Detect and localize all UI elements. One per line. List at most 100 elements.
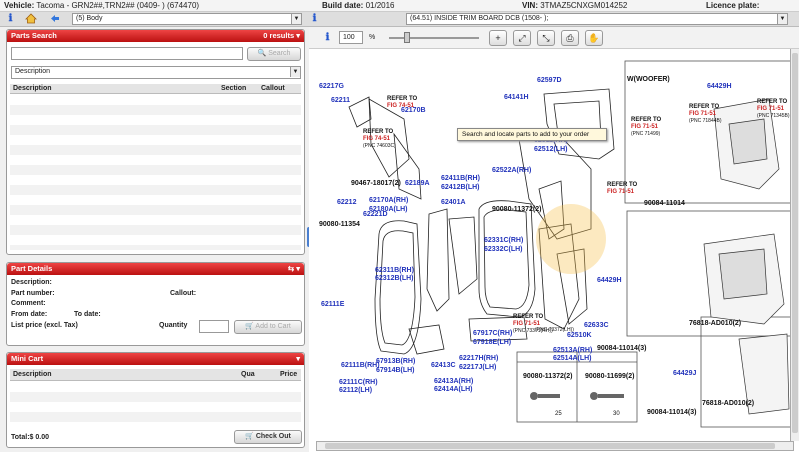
callout-label[interactable]: 62332C(LH) xyxy=(484,246,523,253)
col-quantity: Qua xyxy=(241,371,255,378)
parts-search-header: Parts Search 0 results ▾ xyxy=(7,30,304,42)
refer-to-note[interactable]: REFER TO FIG 74-51 (PNC 74603C) xyxy=(363,129,396,150)
checkout-button[interactable]: 🛒 Check Out xyxy=(234,430,302,444)
diagram-toolbar: ℹ 100 % + ⤢ ⤡ ⎙ ✋ xyxy=(309,27,799,49)
callout-label[interactable]: 64141H xyxy=(504,94,529,101)
cart-total: Total:$ 0.00 xyxy=(11,434,49,441)
chevron-down-icon: ▼ xyxy=(777,14,787,24)
callout-label[interactable]: 62633C xyxy=(584,322,609,329)
callout-label[interactable]: 62217G xyxy=(319,83,344,90)
col-section[interactable]: Section xyxy=(221,84,246,94)
callout-label[interactable]: W(WOOFER) xyxy=(627,76,670,83)
refer-to-note[interactable]: REFER TO FIG 71-51 (PNC 71844B) xyxy=(689,104,722,125)
callout-label[interactable]: 76818-AD010(2) xyxy=(702,400,754,407)
info-icon[interactable]: ℹ xyxy=(4,13,17,25)
callout-label[interactable]: 64429J xyxy=(673,370,696,377)
zoom-in-icon[interactable]: + xyxy=(489,30,507,46)
callout-label[interactable]: 62331C(RH) xyxy=(484,237,523,244)
callout-label[interactable]: 62414A(LH) xyxy=(434,386,473,393)
callout-label[interactable]: 90080-11372(2) xyxy=(492,206,541,213)
build-date-label: Build date: 01/2016 xyxy=(322,1,395,10)
callout-label[interactable]: 62170A(RH) xyxy=(369,197,408,204)
search-input[interactable] xyxy=(11,47,243,60)
pan-hand-icon[interactable]: ✋ xyxy=(585,30,603,46)
callout-label[interactable]: 62180A(LH) xyxy=(369,206,408,213)
fit-page-icon[interactable]: ⤡ xyxy=(537,30,555,46)
vin-value: 3TMAZ5CNXGM014252 xyxy=(540,1,628,10)
callout-label[interactable]: 62212 xyxy=(337,199,356,206)
callout-label[interactable]: 62189A xyxy=(405,180,430,187)
callout-label[interactable]: 62217J(LH) xyxy=(459,364,496,371)
callout-label[interactable]: 62211 xyxy=(331,97,350,104)
parts-illustration[interactable] xyxy=(309,49,799,441)
callout-label[interactable]: 62522A(RH) xyxy=(492,167,531,174)
refer-to-note[interactable]: REFER TO FIG 71-51 (PNC 71345B) xyxy=(757,99,790,120)
callout-label[interactable]: 62217H(RH) xyxy=(459,355,498,362)
callout-label[interactable]: 62412B(LH) xyxy=(441,184,480,191)
callout-label[interactable]: 90080-11699(2) xyxy=(585,373,634,380)
licence-plate-label: Licence plate: xyxy=(706,1,760,10)
col-callout[interactable]: Callout xyxy=(261,84,285,94)
col-description[interactable]: Description xyxy=(13,84,52,94)
zoom-input[interactable]: 100 xyxy=(339,31,363,44)
chevron-down-icon[interactable]: ▾ xyxy=(296,353,300,365)
callout-label[interactable]: 62413A(RH) xyxy=(434,378,473,385)
panel-controls[interactable]: ⇆ ▾ xyxy=(288,263,300,275)
callout-label[interactable]: 62597D xyxy=(537,77,562,84)
callout-label[interactable]: 62512(LH) xyxy=(534,146,567,153)
callout-label[interactable]: 90084-11014(3) xyxy=(597,345,646,352)
horizontal-scrollbar[interactable] xyxy=(316,441,794,451)
callout-label[interactable]: 62111B(RH) xyxy=(341,362,380,369)
info-icon[interactable]: ℹ xyxy=(321,32,334,44)
callout-label[interactable]: 90080-11372(2) xyxy=(523,373,572,380)
callout-label[interactable]: 62112(LH) xyxy=(339,387,372,394)
home-icon[interactable] xyxy=(24,13,37,25)
info-icon[interactable]: ℹ xyxy=(308,13,321,25)
callout-label[interactable]: 62311B(RH) xyxy=(375,267,414,274)
zoom-unit: % xyxy=(369,34,376,41)
callout-label[interactable]: 62411B(RH) xyxy=(441,175,480,182)
search-button[interactable]: 🔍 Search xyxy=(247,47,301,61)
illustration-select[interactable]: (64.51) INSIDE TRIM BOARD DCB (1508- ); ▼ xyxy=(406,13,788,25)
mini-cart-header: Mini Cart ▾ xyxy=(7,353,304,365)
callout-label[interactable]: 90084-11014 xyxy=(644,200,685,207)
callout-label[interactable]: 62513A(RH) xyxy=(553,347,592,354)
left-sidebar: Parts Search 0 results ▾ 🔍 Search Descri… xyxy=(0,27,311,452)
group-select[interactable]: (5) Body ▼ xyxy=(72,13,302,25)
callout-label[interactable]: 67914B(LH) xyxy=(376,367,415,374)
callout-label[interactable]: 76818-AD010(2) xyxy=(689,320,741,327)
col-description: Description xyxy=(13,371,52,378)
fit-width-icon[interactable]: ⤢ xyxy=(513,30,531,46)
add-to-cart-button[interactable]: 🛒 Add to Cart xyxy=(234,320,302,334)
callout-label[interactable]: 62111E xyxy=(321,301,344,308)
refer-to-note[interactable]: REFER TO FIG 71-51 xyxy=(607,182,637,196)
refer-to-note[interactable]: REFER TO FIG 74-51 xyxy=(387,96,417,110)
callout-label[interactable]: 67913B(RH) xyxy=(376,358,415,365)
refer-to-note[interactable]: (PNC 73372(LH)) xyxy=(535,327,574,334)
callout-label[interactable]: 62401A xyxy=(441,199,466,206)
callout-label[interactable]: 90467-18017(2) xyxy=(351,180,401,187)
callout-label[interactable]: 64429H xyxy=(597,277,622,284)
refer-to-note[interactable]: REFER TO FIG 71-51 (PNC 71499) xyxy=(631,117,661,138)
back-icon[interactable] xyxy=(48,13,61,25)
zoom-slider-handle[interactable] xyxy=(404,32,410,43)
cart-table-header: Description Qua Price xyxy=(10,369,301,381)
callout-label[interactable]: 90084-11014(3) xyxy=(647,409,696,416)
callout-label[interactable]: 62312B(LH) xyxy=(375,275,414,282)
zoom-slider[interactable] xyxy=(389,37,479,39)
callout-label[interactable]: 67918E(LH) xyxy=(473,339,511,346)
description-label: Description: xyxy=(11,279,52,286)
callout-label[interactable]: 62413C xyxy=(431,362,456,369)
quantity-input[interactable] xyxy=(199,320,229,333)
vertical-scrollbar[interactable] xyxy=(790,49,799,441)
callout-label[interactable]: 62514A(LH) xyxy=(553,355,592,362)
search-mode-select[interactable]: Description ▼ xyxy=(11,66,301,79)
callout-label[interactable]: 90080-11354 xyxy=(319,221,360,228)
tooltip: Search and locate parts to add to your o… xyxy=(457,128,607,141)
print-icon[interactable]: ⎙ xyxy=(561,30,579,46)
callout-label[interactable]: 62111C(RH) xyxy=(339,379,378,386)
callout-label[interactable]: 67917C(RH) xyxy=(473,330,512,337)
mini-cart-panel: Mini Cart ▾ Description Qua Price Total:… xyxy=(6,352,305,448)
to-date-label: To date: xyxy=(74,311,101,318)
callout-label[interactable]: 64429H xyxy=(707,83,732,90)
